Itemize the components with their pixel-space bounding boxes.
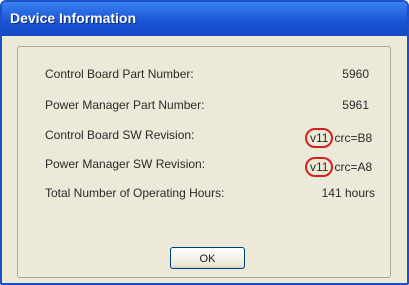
ok-button[interactable]: OK [170, 247, 245, 269]
power-manager-sw-revision-value: v11 crc=A8 [305, 157, 372, 177]
control-board-part-number-value: 5960 [342, 67, 369, 81]
power-manager-part-number-value: 5961 [342, 98, 369, 112]
power-manager-crc: crc=A8 [334, 160, 373, 174]
power-manager-sw-revision-label: Power Manager SW Revision: [45, 157, 206, 171]
control-board-crc: crc=B8 [334, 131, 373, 145]
power-manager-version-highlight: v11 [305, 157, 334, 177]
control-board-version-highlight: v11 [305, 128, 334, 148]
control-board-sw-revision-value: v11 crc=B8 [305, 128, 372, 148]
window-title: Device Information [10, 10, 137, 26]
operating-hours-label: Total Number of Operating Hours: [45, 186, 225, 200]
control-board-part-number-label: Control Board Part Number: [45, 67, 194, 81]
title-bar[interactable]: Device Information [2, 2, 407, 36]
power-manager-part-number-label: Power Manager Part Number: [45, 98, 205, 112]
control-board-sw-revision-label: Control Board SW Revision: [45, 128, 195, 142]
operating-hours-value: 141 hours [321, 186, 375, 200]
